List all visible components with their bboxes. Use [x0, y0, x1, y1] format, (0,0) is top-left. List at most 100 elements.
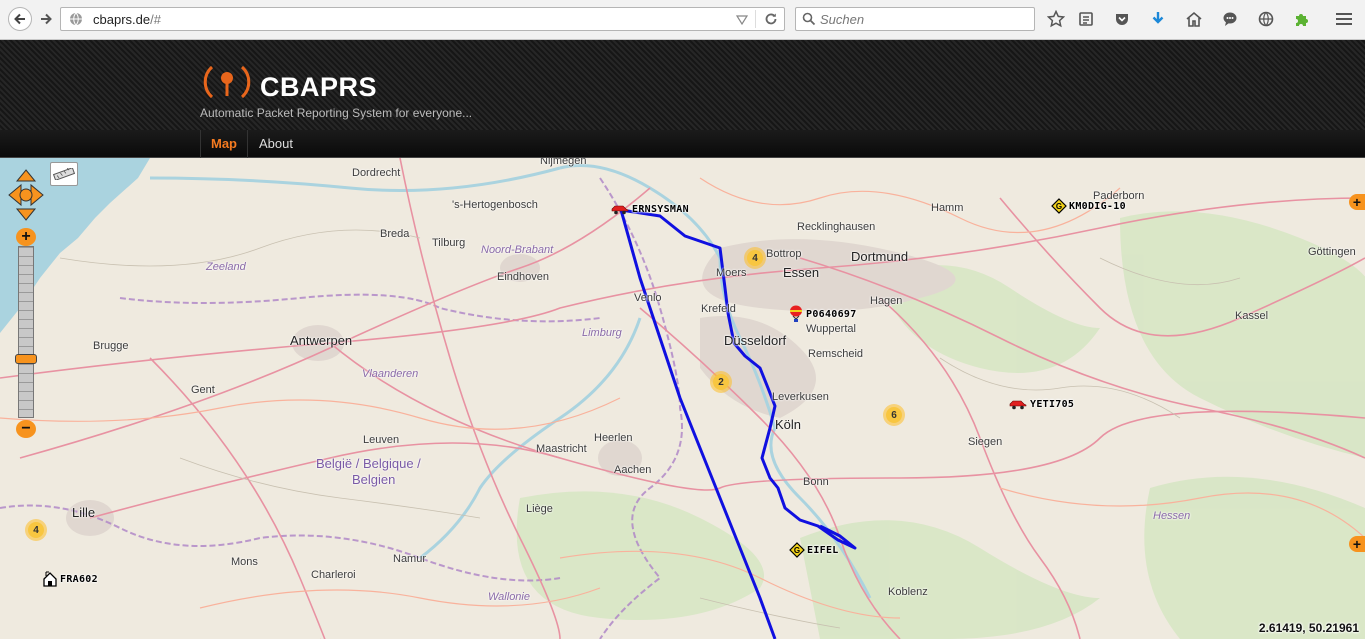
station-cluster[interactable]: 2: [710, 371, 732, 393]
place-label: Hamm: [931, 202, 964, 214]
digipeater-icon: G: [1051, 198, 1067, 214]
addon-puzzle-icon[interactable]: [1292, 9, 1312, 29]
station-p0640697[interactable]: P0640697: [788, 305, 857, 323]
map-viewport[interactable]: Nijmegen Dordrecht 's-Hertogenbosch Bred…: [0, 158, 1365, 639]
forward-button[interactable]: [36, 9, 56, 29]
station-label: P0640697: [806, 308, 857, 320]
station-cluster[interactable]: 6: [883, 404, 905, 426]
pan-control[interactable]: [8, 168, 44, 222]
download-icon[interactable]: [1148, 9, 1168, 29]
place-label: Heerlen: [594, 432, 633, 444]
bookmark-star-icon[interactable]: [1046, 9, 1066, 29]
station-ernsysman[interactable]: ERNSYSMAN: [610, 203, 689, 215]
ruler-icon: [53, 168, 75, 180]
station-km0dig-10[interactable]: G KM0DIG-10: [1051, 198, 1126, 214]
place-label: Köln: [775, 417, 802, 432]
station-label: EIFEL: [807, 544, 839, 556]
place-label: Charleroi: [311, 569, 356, 581]
place-label: 's-Hertogenbosch: [452, 199, 538, 211]
url-bar[interactable]: cbaprs.de/#: [60, 7, 785, 31]
place-label: Nijmegen: [540, 158, 587, 167]
main-nav: Map About: [0, 130, 1365, 158]
cluster-count: 2: [713, 374, 729, 390]
cluster-count: 4: [747, 250, 763, 266]
chat-icon[interactable]: [1220, 9, 1240, 29]
station-eifel[interactable]: G EIFEL: [789, 542, 839, 558]
url-text: cbaprs.de/#: [93, 12, 161, 27]
place-label: België / Belgique /: [316, 456, 421, 471]
reload-icon[interactable]: [764, 12, 778, 26]
svg-text:G: G: [1056, 202, 1062, 211]
dropdown-triangle-icon[interactable]: [736, 15, 748, 25]
place-label: Essen: [783, 265, 820, 280]
place-label: Brugge: [93, 340, 129, 352]
car-icon: [1009, 400, 1027, 410]
place-label: Leverkusen: [772, 391, 829, 403]
place-label: Siegen: [968, 436, 1003, 448]
place-label: Belgien: [352, 472, 396, 487]
zoom-slider-handle[interactable]: [15, 354, 37, 364]
map-base-layer: [0, 158, 1365, 639]
pan-up-icon[interactable]: [15, 169, 37, 182]
home-icon[interactable]: [1184, 9, 1204, 29]
station-cluster[interactable]: 4: [25, 519, 47, 541]
car-icon: [611, 205, 629, 215]
back-arrow-icon: [14, 13, 25, 25]
place-label: Tilburg: [432, 237, 466, 249]
station-label: ERNSYSMAN: [632, 203, 689, 215]
place-label: Remscheid: [808, 348, 864, 360]
back-button[interactable]: [8, 7, 32, 31]
place-label: Dortmund: [851, 249, 909, 264]
place-label: Recklinghausen: [797, 221, 876, 233]
place-label: Eindhoven: [497, 271, 549, 283]
place-label: Bonn: [803, 476, 829, 488]
mouse-coordinates: 2.61419, 50.21961: [1258, 621, 1359, 635]
place-label: Wallonie: [488, 591, 530, 603]
place-label: Venlo: [634, 292, 662, 304]
place-label: Hessen: [1153, 510, 1191, 522]
search-icon: [802, 12, 816, 26]
place-label: Mons: [231, 556, 258, 568]
place-label: Düsseldorf: [724, 333, 787, 348]
station-fra602[interactable]: FRA602: [42, 571, 98, 587]
place-label: Koblenz: [888, 586, 928, 598]
place-label: Bottrop: [766, 248, 802, 260]
place-label: Limburg: [582, 327, 622, 339]
globe-icon: [70, 12, 82, 26]
forward-arrow-icon: [41, 13, 52, 25]
site-title: CBAPRS: [260, 72, 378, 102]
nav-map[interactable]: Map: [200, 130, 248, 158]
measure-ruler-button[interactable]: [50, 162, 78, 186]
station-label: KM0DIG-10: [1069, 200, 1126, 212]
expand-panel-plus-icon[interactable]: +: [1349, 194, 1365, 210]
station-yeti705[interactable]: YETI705: [1008, 398, 1074, 410]
pan-right-icon[interactable]: [30, 183, 44, 207]
search-placeholder: Suchen: [820, 12, 865, 27]
place-label: Aachen: [614, 464, 652, 476]
expand-panel-plus-icon[interactable]: +: [1349, 536, 1365, 552]
pocket-icon[interactable]: [1112, 9, 1132, 29]
browser-toolbar: cbaprs.de/# Suchen: [0, 0, 1365, 40]
site-tagline: Automatic Packet Reporting System for ev…: [200, 106, 473, 120]
nav-about[interactable]: About: [249, 130, 303, 158]
zoom-out-icon[interactable]: −: [16, 420, 36, 438]
place-label: Göttingen: [1308, 246, 1356, 258]
place-label: Zeeland: [206, 261, 246, 273]
pan-down-icon[interactable]: [15, 208, 37, 221]
cluster-count: 4: [28, 522, 44, 538]
web-globe-icon[interactable]: [1256, 9, 1276, 29]
zoom-scale[interactable]: [18, 246, 34, 418]
hamburger-menu-icon[interactable]: [1334, 9, 1354, 29]
place-label: Breda: [380, 228, 410, 240]
search-bar[interactable]: Suchen: [795, 7, 1035, 31]
station-cluster[interactable]: 4: [744, 247, 766, 269]
place-label: Lille: [72, 505, 96, 520]
place-label: Noord-Brabant: [481, 244, 554, 256]
url-host: cbaprs.de: [93, 12, 151, 27]
bookmarks-list-icon[interactable]: [1076, 9, 1096, 29]
zoom-in-icon[interactable]: +: [16, 228, 36, 246]
place-label: Leuven: [363, 434, 400, 446]
radio-tower-logo-icon: [198, 62, 256, 107]
pan-left-icon[interactable]: [8, 183, 22, 207]
site-header: CBAPRS Automatic Packet Reporting System…: [0, 40, 1365, 130]
